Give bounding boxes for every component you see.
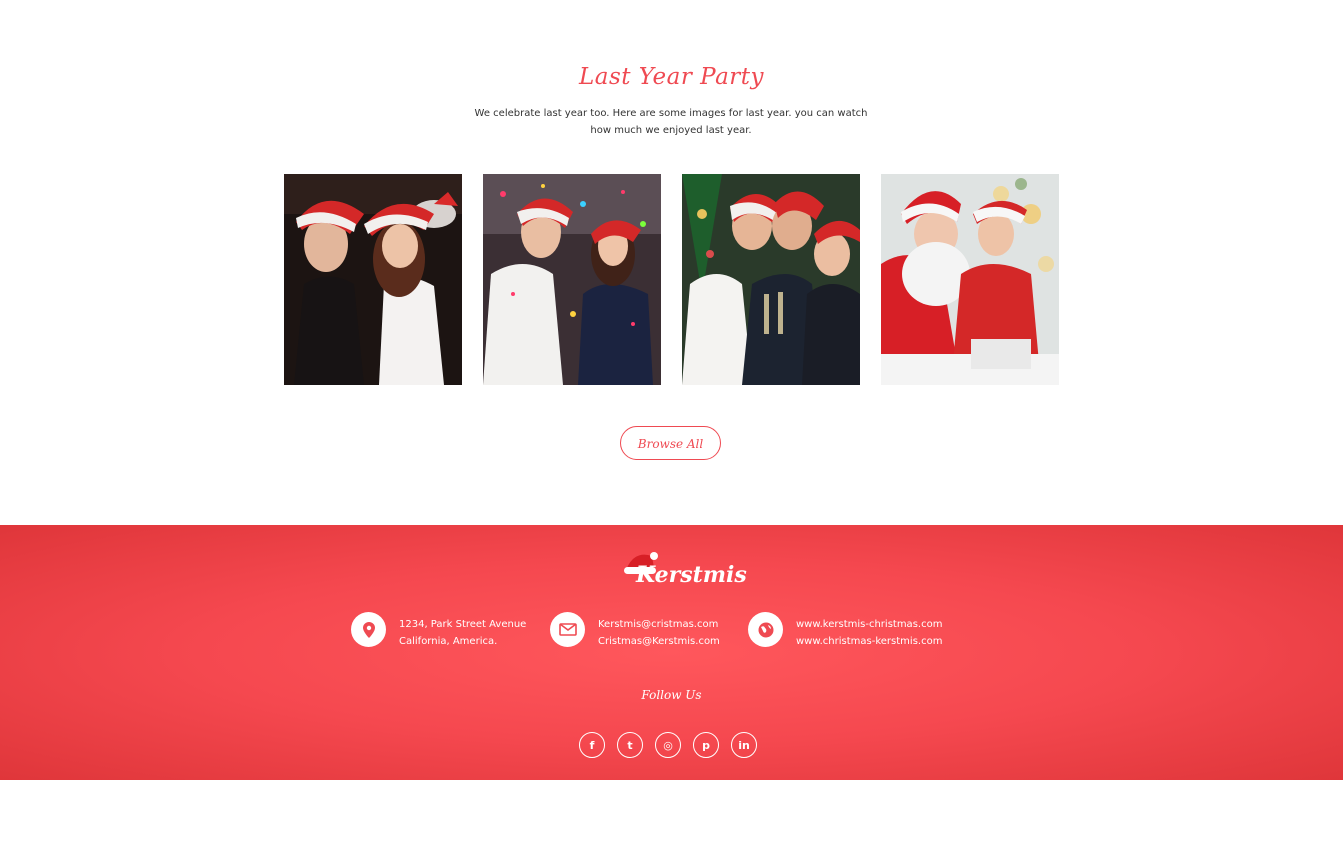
linkedin-icon[interactable]: in — [731, 732, 757, 758]
party-photo-2[interactable] — [483, 174, 661, 385]
address-line-2: California, America. — [399, 636, 498, 647]
section-description: We celebrate last year too. Here are som… — [474, 108, 868, 136]
follow-us-label: Follow Us — [641, 688, 702, 702]
party-photo-1-image — [284, 174, 462, 385]
party-photo-1[interactable] — [284, 174, 462, 385]
email-link-2[interactable]: Cristmas@Kerstmis.com — [598, 633, 720, 650]
party-photo-3[interactable] — [682, 174, 860, 385]
website-link-1[interactable]: www.kerstmis-christmas.com — [796, 616, 942, 633]
section-title: Last Year Party — [578, 64, 765, 90]
browse-all-button[interactable]: Browse All — [620, 426, 721, 460]
email-link-1[interactable]: Kerstmis@cristmas.com — [598, 616, 720, 633]
facebook-icon[interactable]: f — [579, 732, 605, 758]
location-pin-icon — [351, 612, 386, 647]
globe-icon — [748, 612, 783, 647]
address-line-1: 1234, Park Street Avenue — [399, 619, 527, 630]
party-photo-4-image — [881, 174, 1059, 385]
last-year-party-section: Last Year Party We celebrate last year t… — [0, 0, 1343, 525]
party-photo-4[interactable] — [881, 174, 1059, 385]
party-photo-3-image — [682, 174, 860, 385]
website-link-2[interactable]: www.christmas-kerstmis.com — [796, 633, 942, 650]
party-photo-2-image — [483, 174, 661, 385]
brand-name: Kerstmis — [636, 562, 747, 588]
pinterest-icon[interactable]: p — [693, 732, 719, 758]
envelope-icon — [550, 612, 585, 647]
twitter-icon[interactable]: t — [617, 732, 643, 758]
footer-logo[interactable]: Kerstmis — [620, 548, 747, 592]
dribbble-icon[interactable]: ◎ — [655, 732, 681, 758]
